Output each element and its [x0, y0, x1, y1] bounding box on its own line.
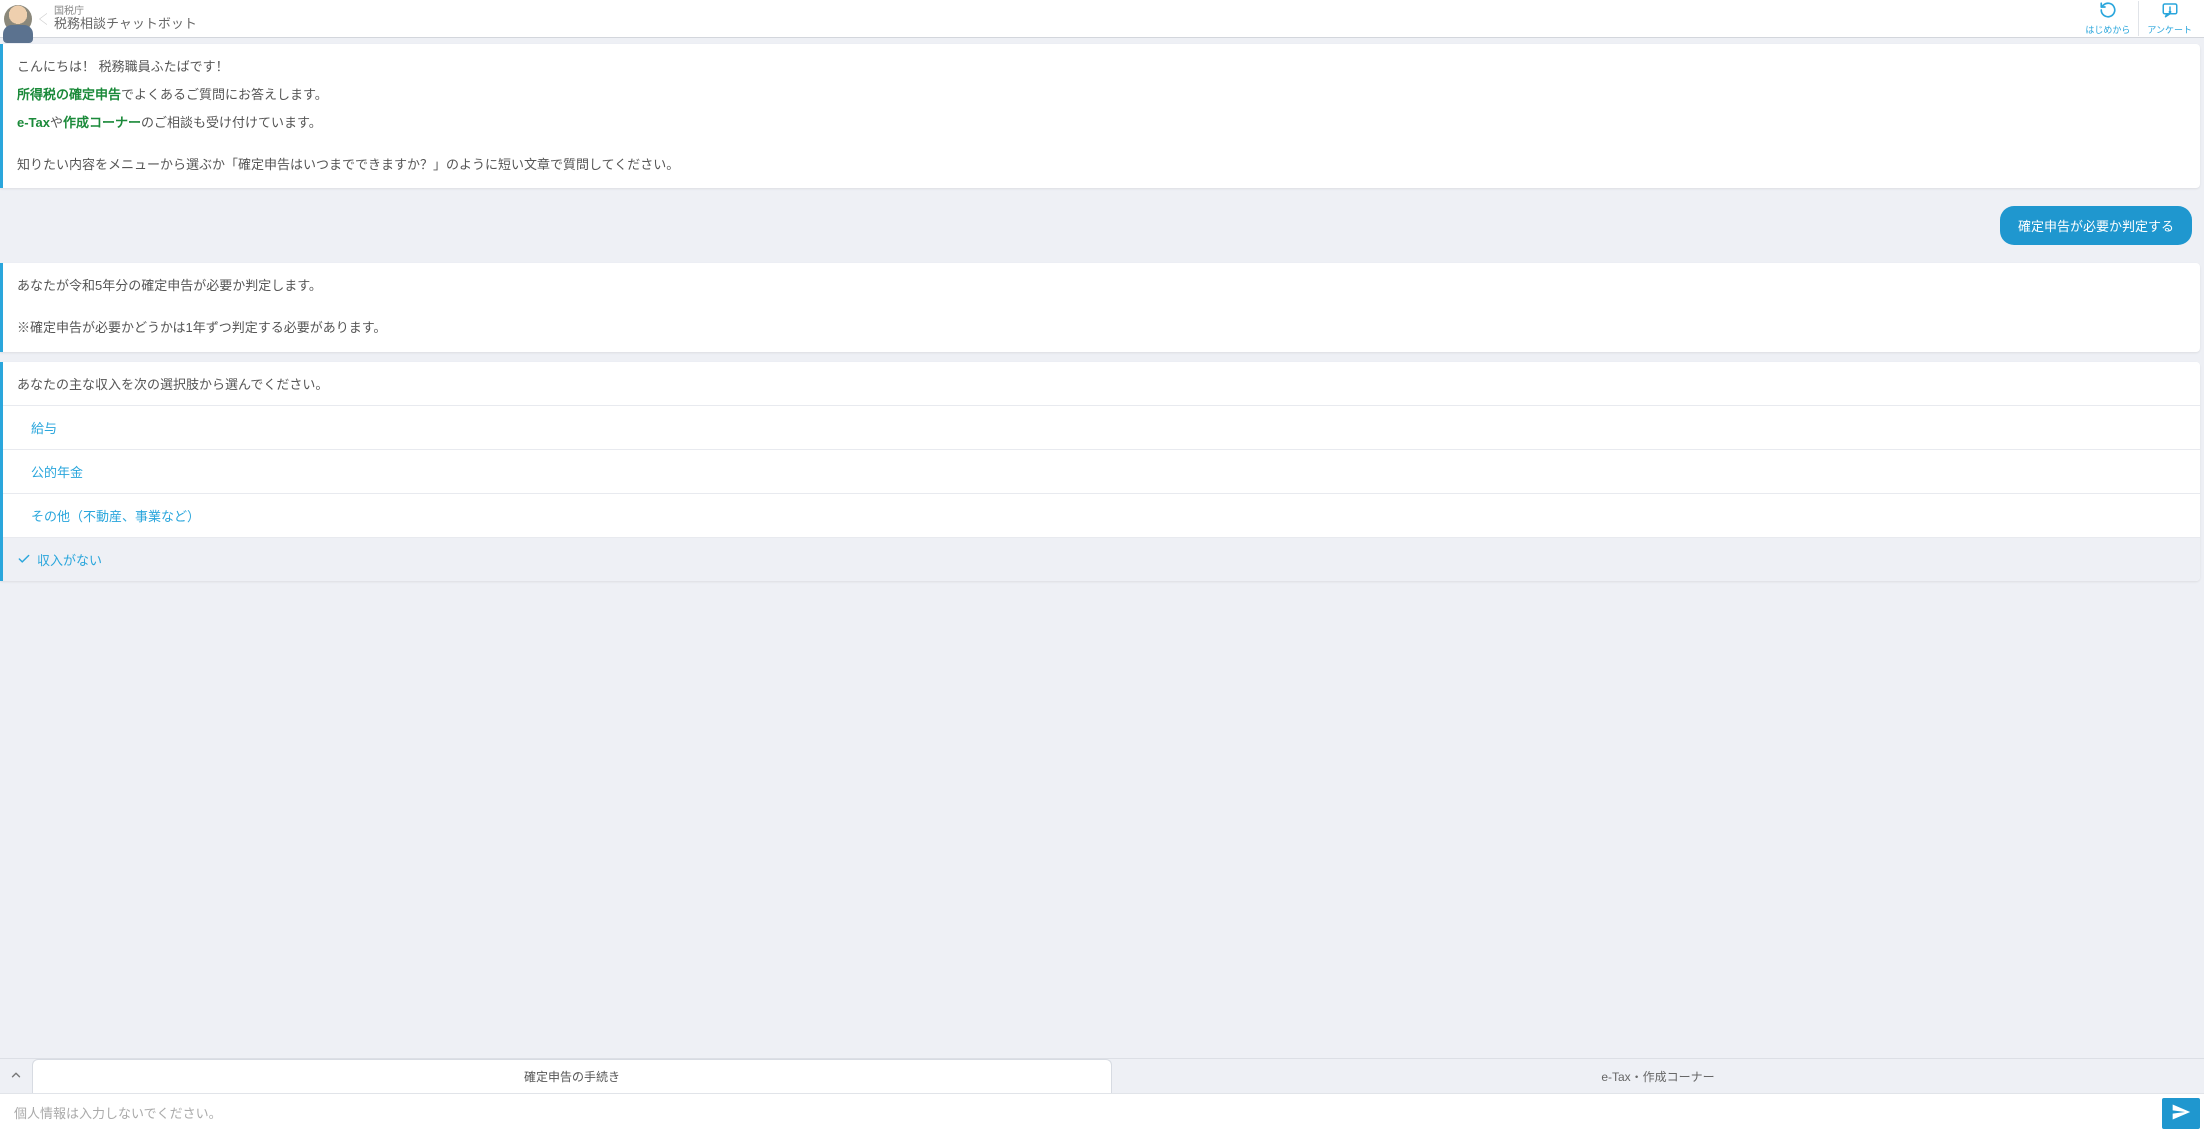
- chat-scroll-area: こんにちは！ 税務職員ふたばです！ 所得税の確定申告でよくあるご質問にお答えしま…: [0, 38, 2204, 1058]
- app-title: 税務相談チャットボット: [54, 17, 197, 31]
- welcome-line-3: e-Taxや作成コーナーのご相談も受け付けています。: [17, 112, 2186, 134]
- survey-button[interactable]: アンケート: [2138, 1, 2200, 36]
- bot-message-welcome: こんにちは！ 税務職員ふたばです！ 所得税の確定申告でよくあるご質問にお答えしま…: [0, 44, 2200, 188]
- header-titles: 国税庁 税務相談チャットボット: [54, 6, 197, 31]
- welcome-line-3-b: 作成コーナー: [63, 115, 141, 130]
- option-header: あなたの主な収入を次の選択肢から選んでください。: [3, 362, 2200, 406]
- header-left: 国税庁 税務相談チャットボット: [0, 5, 197, 33]
- input-row: [0, 1093, 2204, 1133]
- tab-row: 確定申告の手続き e-Tax・作成コーナー: [0, 1059, 2204, 1093]
- user-message-row: 確定申告が必要か判定する: [0, 198, 2204, 257]
- user-message: 確定申告が必要か判定する: [2000, 206, 2192, 245]
- bottom-bar: 確定申告の手続き e-Tax・作成コーナー: [0, 1058, 2204, 1133]
- restart-button[interactable]: はじめから: [2077, 1, 2138, 36]
- option-item[interactable]: その他（不動産、事業など）: [3, 494, 2200, 538]
- option-item[interactable]: 給与: [3, 406, 2200, 450]
- refresh-icon: [2099, 1, 2117, 22]
- message-input[interactable]: [0, 1094, 2162, 1133]
- tab-procedure[interactable]: 確定申告の手続き: [32, 1059, 1112, 1093]
- welcome-line-3-mid: や: [50, 115, 63, 130]
- survey-label: アンケート: [2147, 23, 2192, 36]
- option-label: 収入がない: [37, 550, 102, 569]
- bot-message-followup: あなたが令和5年分の確定申告が必要か判定します。 ※確定申告が必要かどうかは1年…: [0, 263, 2200, 351]
- welcome-line-2: 所得税の確定申告でよくあるご質問にお答えします。: [17, 84, 2186, 106]
- option-label: 公的年金: [31, 462, 83, 481]
- option-group-income: あなたの主な収入を次の選択肢から選んでください。 給与公的年金その他（不動産、事…: [0, 362, 2200, 581]
- option-list: 給与公的年金その他（不動産、事業など） 収入がない: [3, 406, 2200, 581]
- welcome-line-3-a: e-Tax: [17, 115, 50, 130]
- bot-avatar: [4, 5, 32, 33]
- option-label: その他（不動産、事業など）: [31, 506, 200, 525]
- header-actions: はじめから アンケート: [2077, 1, 2200, 36]
- paper-plane-icon: [2171, 1102, 2191, 1125]
- welcome-line-2-strong: 所得税の確定申告: [17, 87, 121, 102]
- chevron-up-icon: [9, 1068, 23, 1085]
- app-header: 国税庁 税務相談チャットボット はじめから アンケート: [0, 0, 2204, 38]
- welcome-line-3-rest: のご相談も受け付けています。: [141, 115, 322, 130]
- tab-collapse-button[interactable]: [0, 1059, 32, 1093]
- welcome-line-1: こんにちは！ 税務職員ふたばです！: [17, 56, 2186, 78]
- welcome-line-4: 知りたい内容をメニューから選ぶか「確定申告はいつまでできますか？」のように短い文…: [17, 154, 2186, 176]
- option-item[interactable]: 収入がない: [3, 538, 2200, 581]
- send-button[interactable]: [2162, 1098, 2200, 1129]
- followup-line-1: あなたが令和5年分の確定申告が必要か判定します。: [17, 275, 2186, 297]
- option-label: 給与: [31, 418, 57, 437]
- tab-etax[interactable]: e-Tax・作成コーナー: [1118, 1059, 2198, 1093]
- option-item[interactable]: 公的年金: [3, 450, 2200, 494]
- avatar-pointer-icon: [40, 13, 48, 25]
- feedback-icon: [2161, 1, 2179, 22]
- restart-label: はじめから: [2085, 23, 2130, 36]
- followup-line-2: ※確定申告が必要かどうかは1年ずつ判定する必要があります。: [17, 317, 2186, 339]
- check-icon: [17, 552, 31, 566]
- welcome-line-2-rest: でよくあるご質問にお答えします。: [121, 87, 328, 102]
